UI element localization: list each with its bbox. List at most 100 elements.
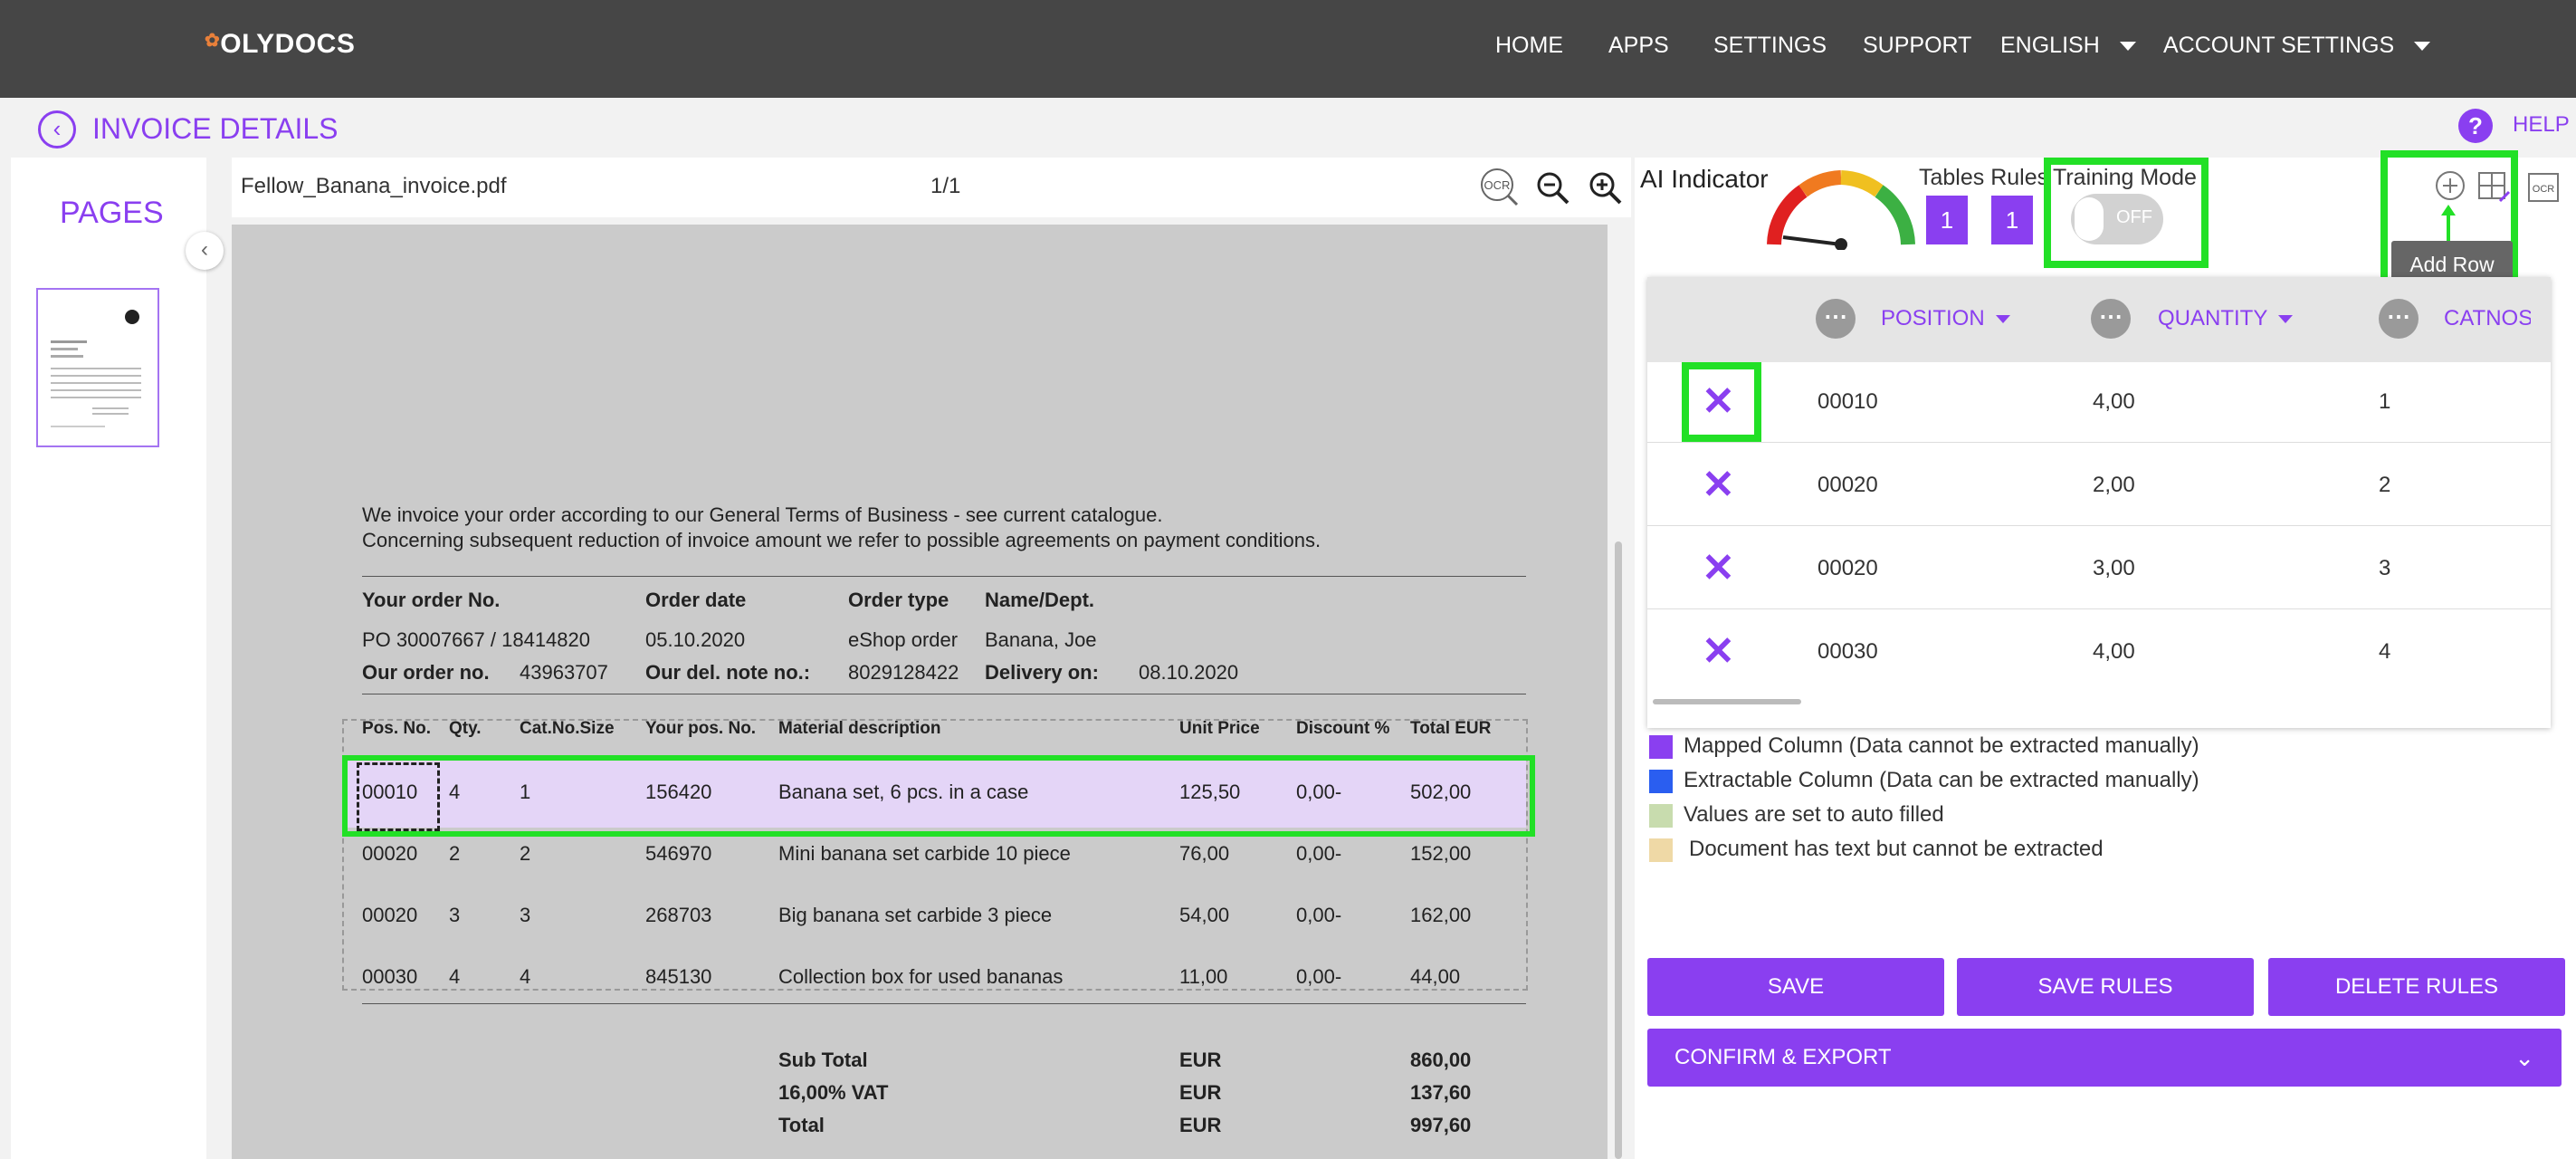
mapped-cell[interactable]: 2,00 — [2093, 473, 2135, 498]
doc-cell: 00020 — [362, 904, 418, 926]
del-note-label: Our del. note no.: — [645, 661, 811, 684]
help-link[interactable]: HELP — [2513, 112, 2570, 138]
doc-cell: 3 — [520, 904, 531, 926]
zoom-out-icon[interactable] — [1535, 170, 1571, 206]
doc-cell: 156420 — [645, 781, 712, 803]
mapped-cell[interactable]: 4 — [2379, 639, 2390, 665]
zoom-in-icon[interactable] — [1588, 170, 1624, 206]
doc-cell: 152,00 — [1410, 842, 1472, 865]
delete-row-icon[interactable]: ✕ — [1702, 632, 1735, 672]
doc-cell: Banana set, 6 pcs. in a case — [778, 781, 1029, 803]
doc-cell: Mini banana set carbide 10 piece — [778, 842, 1071, 865]
row-divider — [1647, 608, 2551, 609]
mapped-cell[interactable]: 3,00 — [2093, 556, 2135, 581]
divider — [362, 576, 1526, 577]
order-no-header: Your order No. — [362, 589, 501, 611]
tables-label: Tables — [1919, 165, 1985, 190]
doc-cell: 00030 — [362, 965, 418, 988]
mapped-cell[interactable]: 2 — [2379, 473, 2390, 498]
back-arrow-icon[interactable]: ‹ — [38, 110, 76, 148]
logo-mark-icon: ✿ — [205, 31, 221, 51]
col-header-qty: Qty. — [449, 719, 482, 738]
legend-swatch-autofilled — [1649, 804, 1673, 828]
nav-support[interactable]: SUPPORT — [1863, 33, 1971, 59]
delivery-label: Delivery on: — [985, 661, 1099, 684]
app-logo[interactable]: ✿OLYDOCS — [205, 29, 355, 60]
table-horizontal-scrollbar[interactable] — [1653, 699, 1801, 704]
column-header-quantity[interactable]: QUANTITY — [2158, 306, 2294, 331]
col-header-pos: Pos. No. — [362, 719, 432, 738]
doc-cell: 845130 — [645, 965, 712, 988]
order-date-header: Order date — [645, 589, 747, 611]
document-viewer[interactable] — [232, 225, 1608, 1159]
mapped-cell[interactable]: 4,00 — [2093, 639, 2135, 665]
col-header-description: Material description — [778, 719, 941, 738]
doc-cell: 44,00 — [1410, 965, 1461, 988]
collapse-panel-button[interactable]: ‹ — [186, 232, 224, 270]
toggle-state-label: OFF — [2116, 207, 2152, 227]
vat-currency: EUR — [1179, 1081, 1222, 1104]
delete-row-icon[interactable]: ✕ — [1702, 549, 1735, 589]
ocr-scan-icon[interactable]: OCR — [1479, 167, 1519, 206]
rules-count-badge[interactable]: 1 — [1991, 196, 2033, 244]
delete-rules-button[interactable]: DELETE RULES — [2268, 958, 2565, 1016]
mapped-cell[interactable]: 00020 — [1818, 473, 1878, 498]
help-icon[interactable]: ? — [2458, 109, 2493, 143]
legend-not-extractable: Document has text but cannot be extracte… — [1689, 837, 2104, 861]
order-type-value: eShop order — [848, 628, 959, 651]
legend-swatch-extractable — [1649, 770, 1673, 793]
our-order-value: 43963707 — [520, 661, 608, 684]
tables-rules-label: Tables Rules — [1919, 165, 2048, 191]
subtotal-currency: EUR — [1179, 1049, 1222, 1071]
confirm-export-dropdown[interactable]: CONFIRM & EXPORT ⌄ — [1647, 1029, 2562, 1087]
doc-cell: 125,50 — [1179, 781, 1241, 803]
save-button[interactable]: SAVE — [1647, 958, 1944, 1016]
tables-count-badge[interactable]: 1 — [1926, 196, 1968, 244]
mapped-cell[interactable]: 00030 — [1818, 639, 1878, 665]
total-label: Total — [778, 1114, 825, 1136]
training-mode-toggle[interactable]: OFF — [2071, 194, 2163, 244]
doc-cell: 0,00- — [1296, 904, 1342, 926]
col-header-catno: Cat.No.Size — [520, 719, 615, 738]
language-dropdown[interactable]: ENGLISH — [2000, 33, 2136, 59]
nav-apps[interactable]: APPS — [1608, 33, 1669, 59]
column-header-position[interactable]: POSITION — [1881, 306, 2010, 331]
toggle-knob — [2075, 197, 2104, 241]
document-filename: Fellow_Banana_invoice.pdf — [241, 174, 507, 198]
legend-swatch-mapped — [1649, 735, 1673, 759]
page-thumbnail[interactable] — [36, 288, 159, 447]
chevron-down-icon — [1995, 315, 2010, 324]
column-header-catnosize[interactable]: CATNOSI — [2444, 306, 2531, 331]
chevron-down-icon — [2278, 315, 2294, 324]
rules-label: Rules — [1990, 165, 2049, 190]
account-settings-dropdown[interactable]: ACCOUNT SETTINGS — [2163, 33, 2431, 59]
delete-row-icon[interactable]: ✕ — [1702, 382, 1735, 422]
mapped-cell[interactable]: 1 — [2379, 389, 2390, 415]
divider — [362, 1003, 1526, 1004]
column-menu-icon[interactable]: ⋯ — [2379, 299, 2419, 339]
chevron-left-icon: ‹ — [201, 237, 208, 262]
row-divider — [1647, 442, 2551, 443]
our-order-label: Our order no. — [362, 661, 490, 684]
nav-home[interactable]: HOME — [1495, 33, 1563, 59]
column-menu-icon[interactable]: ⋯ — [2091, 299, 2131, 339]
doc-cell: 2 — [449, 842, 461, 865]
subtotal-label: Sub Total — [778, 1049, 868, 1071]
arrow-up-icon — [2441, 205, 2456, 216]
viewer-scrollbar[interactable] — [1615, 541, 1622, 1159]
delete-row-icon[interactable]: ✕ — [1702, 465, 1735, 505]
mapped-cell[interactable]: 00010 — [1818, 389, 1878, 415]
nav-settings[interactable]: SETTINGS — [1713, 33, 1827, 59]
svg-text:OCR: OCR — [1484, 178, 1511, 192]
doc-cell: 162,00 — [1410, 904, 1472, 926]
mapped-cell[interactable]: 4,00 — [2093, 389, 2135, 415]
column-menu-icon[interactable]: ⋯ — [1816, 299, 1856, 339]
del-note-value: 8029128422 — [848, 661, 959, 684]
order-date-value: 05.10.2020 — [645, 628, 746, 651]
save-rules-button[interactable]: SAVE RULES — [1957, 958, 2254, 1016]
mapped-cell[interactable]: 00020 — [1818, 556, 1878, 581]
mapped-cell[interactable]: 3 — [2379, 556, 2390, 581]
legend-autofilled: Values are set to auto filled — [1684, 802, 1944, 827]
ocr-table-icon[interactable]: OCR — [2525, 170, 2559, 202]
name-dept-header: Name/Dept. — [985, 589, 1095, 611]
